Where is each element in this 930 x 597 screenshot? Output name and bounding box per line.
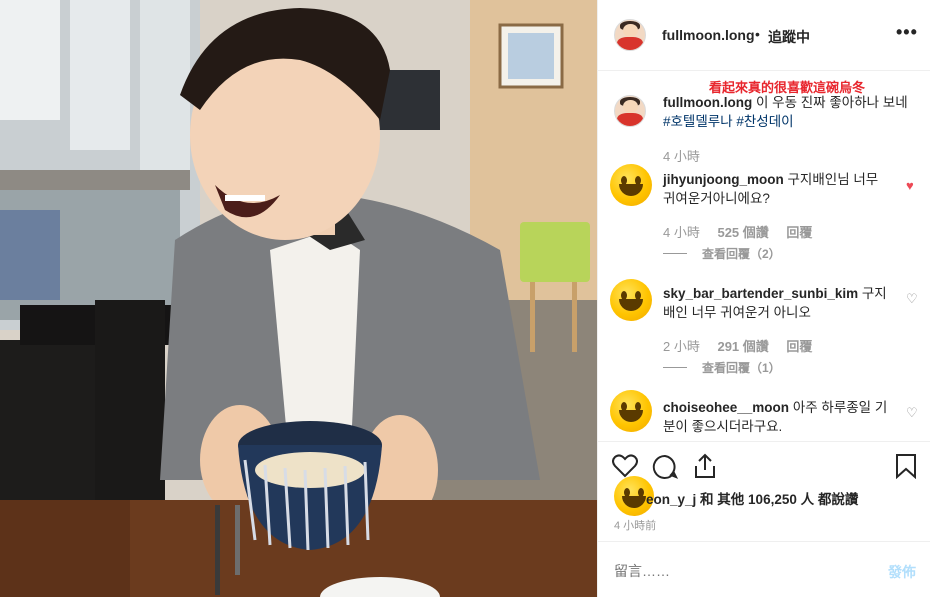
share-icon[interactable] bbox=[693, 453, 717, 479]
comment-body-line2: 귀여운거아니에요? bbox=[663, 191, 770, 206]
post-photo[interactable] bbox=[0, 0, 597, 597]
comment-body-line1: 구지배인님 너무 bbox=[787, 172, 879, 187]
separator-dot: • bbox=[755, 26, 760, 42]
comment-meta: 2 小時 291 個讚 回覆 bbox=[663, 336, 812, 355]
comment-likes[interactable]: 291 個讚 bbox=[717, 339, 768, 354]
commenter-avatar-emoji-icon[interactable] bbox=[610, 390, 652, 432]
heart-outline-icon[interactable]: ♡ bbox=[906, 291, 918, 307]
commenter-avatar-emoji-icon[interactable] bbox=[610, 164, 652, 206]
caption-time: 4 小時 bbox=[663, 149, 700, 164]
view-replies-button[interactable]: 查看回覆（1） bbox=[702, 359, 781, 376]
comment-text: sky_bar_bartender_sunbi_kim 구지 배인 너무 귀여운… bbox=[663, 284, 898, 322]
comment-time: 4 小時 bbox=[663, 225, 700, 240]
comment-body-line1: 아주 하루종일 기 bbox=[792, 400, 888, 415]
author-username[interactable]: fullmoon.long bbox=[662, 27, 755, 43]
add-comment-bar: 發佈 bbox=[598, 541, 930, 597]
post-side-panel: fullmoon.long • 追蹤中 ••• 看起來真的很喜歡這碗烏冬 ful… bbox=[597, 0, 930, 597]
comment-time: 2 小時 bbox=[663, 339, 700, 354]
post-image bbox=[0, 0, 597, 597]
view-replies-button[interactable]: 查看回覆（2） bbox=[702, 245, 781, 262]
post-comment-button[interactable]: 發佈 bbox=[888, 562, 916, 582]
comment-bubble-icon[interactable] bbox=[652, 454, 678, 479]
comment-meta: 4 小時 525 個讚 回覆 bbox=[663, 222, 812, 241]
save-bookmark-icon[interactable] bbox=[895, 453, 917, 479]
comment-text: jihyunjoong_moon 구지배인님 너무 귀여운거아니에요? bbox=[663, 170, 898, 208]
comment-text: choiseohee__moon 아주 하루종일 기 분이 좋으시더라구요. bbox=[663, 398, 898, 436]
replies-divider bbox=[663, 253, 687, 254]
comment-username[interactable]: sky_bar_bartender_sunbi_kim bbox=[663, 286, 858, 301]
liked-heart-icon[interactable]: ♥ bbox=[906, 178, 914, 193]
caption-hashtags[interactable]: #호텔델루나 #찬성데이 bbox=[663, 114, 794, 129]
reply-button[interactable]: 回覆 bbox=[786, 339, 812, 354]
replies-divider bbox=[663, 367, 687, 368]
action-bar: eon_y_j 和 其他 106,250 人 都說讚 4 小時前 bbox=[598, 441, 930, 541]
caption-text: fullmoon.long 이 우동 진짜 좋아하나 보네 #호텔델루나 #찬성… bbox=[663, 93, 918, 131]
commenter-avatar-emoji-icon[interactable] bbox=[610, 279, 652, 321]
caption-body: 이 우동 진짜 좋아하나 보네 bbox=[756, 95, 908, 110]
comment-likes[interactable]: 525 個讚 bbox=[717, 225, 768, 240]
comment-body-line1: 구지 bbox=[861, 286, 887, 301]
following-button[interactable]: 追蹤中 bbox=[768, 27, 810, 47]
likes-count-text[interactable]: 和 其他 106,250 人 都說讚 bbox=[700, 492, 858, 507]
liker-username[interactable]: eon_y_j bbox=[646, 492, 696, 507]
caption-username[interactable]: fullmoon.long bbox=[663, 95, 752, 110]
heart-outline-icon[interactable]: ♡ bbox=[906, 405, 918, 421]
comment-username[interactable]: choiseohee__moon bbox=[663, 400, 789, 415]
more-options-icon[interactable]: ••• bbox=[896, 22, 918, 43]
comment-username[interactable]: jihyunjoong_moon bbox=[663, 172, 784, 187]
post-header: fullmoon.long • 追蹤中 ••• bbox=[598, 0, 930, 71]
comment-body-line2: 분이 좋으시더라구요. bbox=[663, 419, 783, 434]
likes-summary[interactable]: eon_y_j 和 其他 106,250 人 都說讚 bbox=[646, 490, 858, 509]
author-avatar[interactable] bbox=[614, 19, 646, 51]
reply-button[interactable]: 回覆 bbox=[786, 225, 812, 240]
comment-body-line2: 배인 너무 귀여운거 아니오 bbox=[663, 305, 811, 320]
comment-input[interactable] bbox=[614, 560, 854, 582]
like-heart-icon[interactable] bbox=[612, 454, 638, 478]
caption-author-avatar[interactable] bbox=[614, 95, 646, 127]
post-timestamp: 4 小時前 bbox=[614, 520, 657, 532]
